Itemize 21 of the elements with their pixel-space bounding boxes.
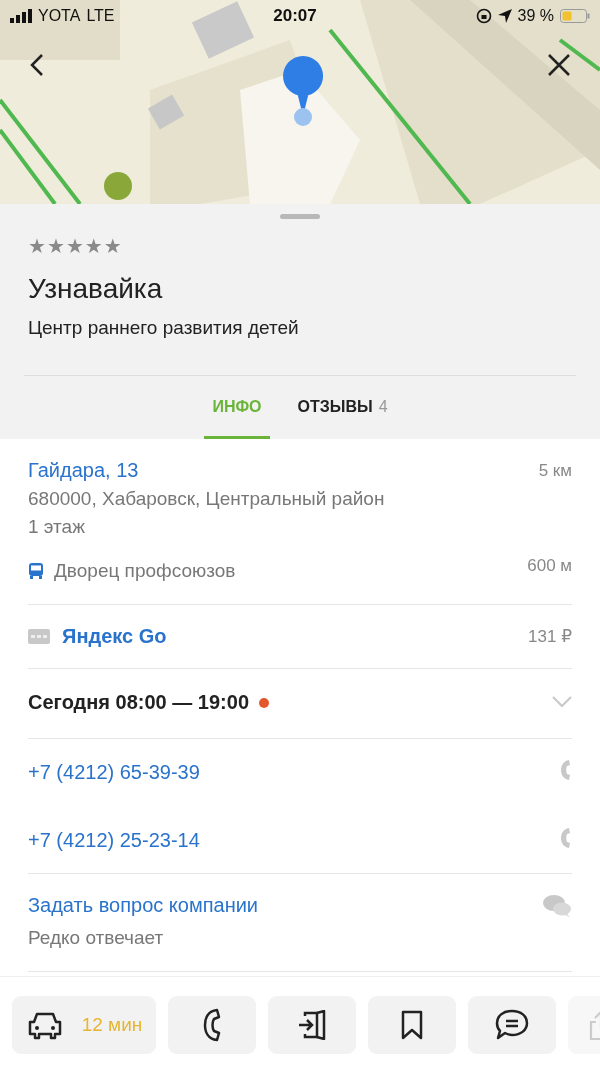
taxi-link[interactable]: Яндекс Go: [62, 625, 167, 648]
response-note: Редко отвечает: [28, 927, 165, 949]
phone-link[interactable]: +7 (4212) 25-23-14: [28, 828, 200, 852]
transit-stop: Дворец профсоюзов: [54, 560, 236, 582]
opening-hours[interactable]: Сегодня 08:00 — 19:00: [28, 691, 249, 714]
carrier-name: YOTA: [38, 7, 81, 25]
place-title: Узнавайка: [28, 273, 164, 305]
city-address: 680000, Хабаровск, Центральный район: [28, 488, 386, 510]
taxi-price: 131 ₽: [528, 626, 572, 647]
network-type: LTE: [86, 7, 115, 25]
battery-percent: 39 %: [517, 7, 554, 25]
ask-question-link[interactable]: Задать вопрос компании: [28, 894, 259, 916]
rating-stars: ★★★★★: [28, 235, 122, 257]
phone-link[interactable]: +7 (4212) 65-39-39: [28, 760, 200, 784]
stop-distance: 600 м: [527, 556, 572, 576]
address-link[interactable]: Гайдара, 13: [28, 459, 139, 482]
distance-text: 5 км: [538, 460, 572, 481]
place-category: Центр раннего развития детей: [28, 317, 300, 339]
floor-text: 1 этаж: [28, 516, 86, 538]
clock-time: 20:07: [273, 6, 317, 26]
tab[interactable]: ОТЗЫВЫ 4: [289, 398, 396, 439]
